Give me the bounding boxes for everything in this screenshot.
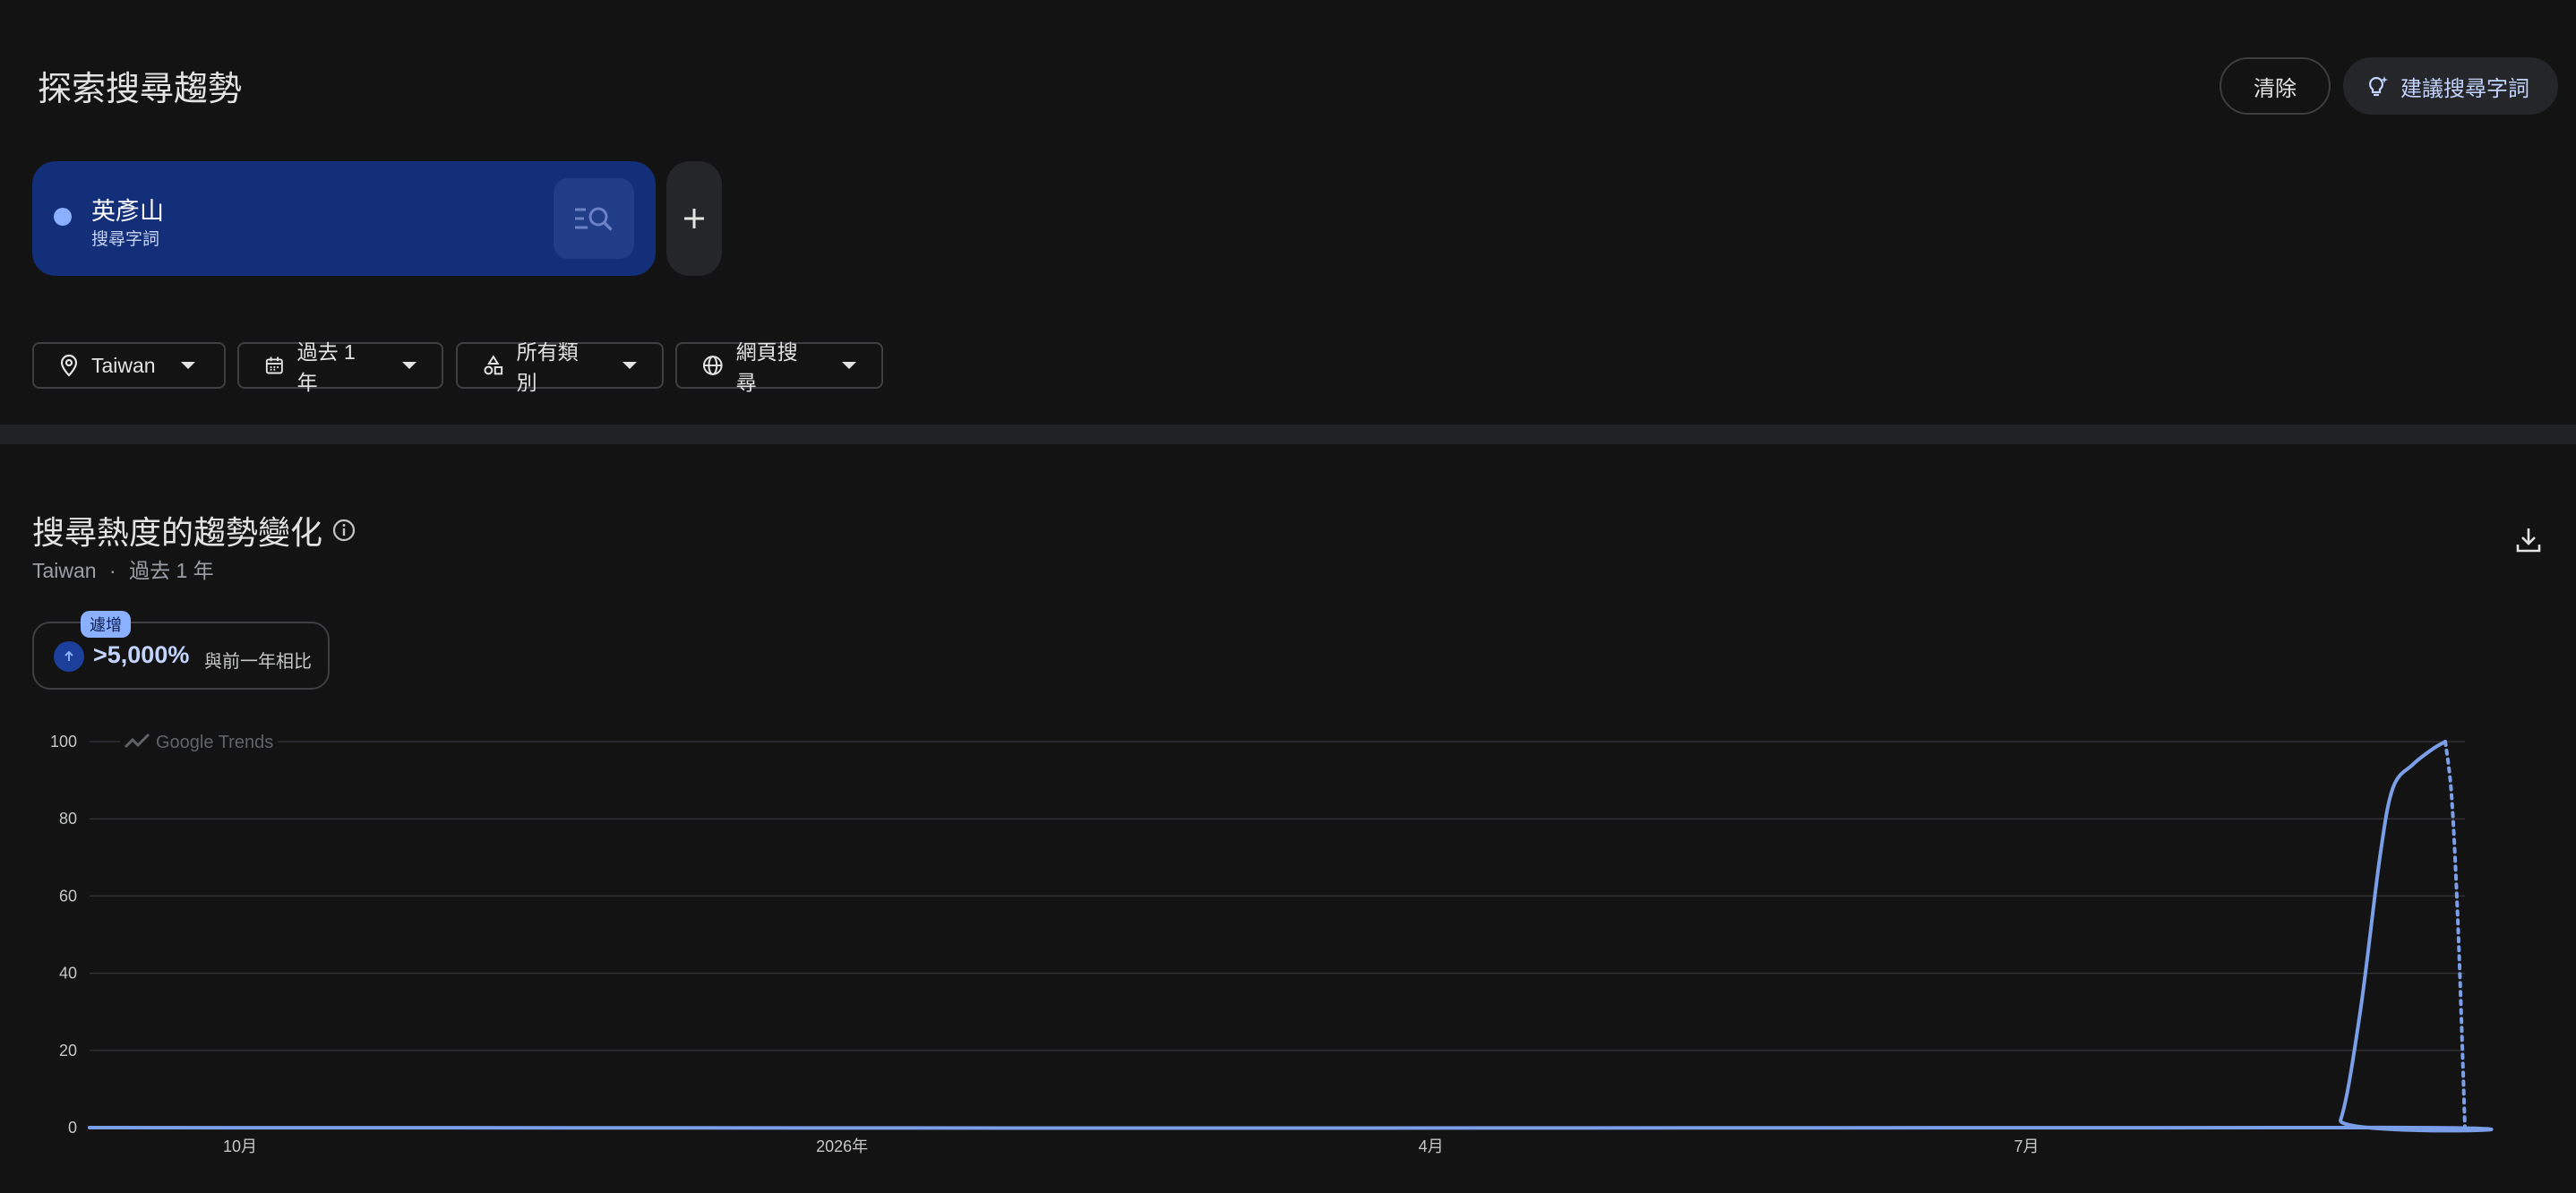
- location-filter-label: Taiwan: [91, 353, 156, 377]
- time-filter-label: 過去 1 年: [296, 340, 356, 394]
- subtitle-separator: ·: [109, 559, 116, 582]
- term-name: 英彥山: [91, 198, 164, 225]
- search-term-card[interactable]: 英彥山 搜尋字詞: [32, 161, 656, 276]
- chevron-down-icon: [842, 362, 856, 369]
- section-subtitle: Taiwan · 過去 1 年: [32, 554, 214, 584]
- series-line-partial: [2443, 740, 2467, 1129]
- y-tick-label: 0: [68, 1119, 77, 1137]
- subtitle-time: 過去 1 年: [129, 559, 214, 582]
- globe-icon: [702, 356, 723, 375]
- category-filter[interactable]: 所有類別: [456, 340, 664, 394]
- section-divider: [0, 425, 2576, 444]
- time-filter[interactable]: 過去 1 年: [237, 340, 443, 394]
- x-tick-label: 2026年: [816, 1137, 868, 1155]
- stat-badge: 遽增: [81, 611, 131, 638]
- suggest-terms-label: 建議搜尋字詞: [2400, 76, 2529, 101]
- term-type: 搜尋字詞: [91, 230, 160, 249]
- manage-search-icon: [575, 207, 613, 231]
- subtitle-location: Taiwan: [32, 559, 97, 582]
- location-filter[interactable]: Taiwan: [32, 342, 226, 389]
- y-tick-label: 100: [50, 733, 77, 751]
- chevron-down-icon: [180, 362, 195, 369]
- plus-icon: [684, 209, 704, 228]
- search-property-filter-label: 網頁搜尋: [735, 340, 798, 394]
- section-title: 搜尋熱度的趨勢變化: [32, 514, 323, 551]
- change-stat-card: 遽增 >5,000% 與前一年相比: [32, 611, 330, 690]
- search-property-filter[interactable]: 網頁搜尋: [675, 340, 883, 394]
- suggest-terms-button[interactable]: 建議搜尋字詞: [2343, 57, 2558, 115]
- y-tick-label: 40: [59, 965, 77, 983]
- info-icon[interactable]: [331, 518, 356, 543]
- chevron-down-icon: [623, 362, 637, 369]
- y-tick-label: 60: [59, 887, 77, 905]
- watermark-label: Google Trends: [156, 733, 273, 752]
- category-filter-label: 所有類別: [516, 340, 579, 394]
- stat-value: >5,000%: [93, 641, 190, 668]
- add-term-button[interactable]: [666, 161, 722, 276]
- x-tick-label: 7月: [2014, 1137, 2039, 1155]
- chevron-down-icon: [402, 362, 416, 369]
- y-tick-label: 80: [59, 810, 77, 828]
- location-pin-icon: [60, 354, 78, 377]
- y-tick-label: 20: [59, 1042, 77, 1060]
- download-icon[interactable]: [2513, 525, 2544, 555]
- x-tick-label: 10月: [223, 1137, 257, 1155]
- page-title: 探索搜尋趨勢: [38, 71, 243, 108]
- x-tick-label: 4月: [1419, 1137, 1444, 1155]
- stat-caption: 與前一年相比: [204, 652, 312, 672]
- term-color-dot: [54, 208, 72, 226]
- arrow-up-icon: [54, 641, 84, 672]
- clear-button[interactable]: 清除: [2220, 57, 2331, 115]
- trend-chart: 0 20 40 60 80 100 10月 2026年 4月 7月 Google Trends: [50, 731, 2494, 1155]
- series-line: [88, 740, 2494, 1133]
- category-shapes-icon: [484, 355, 503, 375]
- sparkle-bulb-icon: [2368, 76, 2388, 97]
- calendar-icon: [265, 356, 283, 374]
- term-search-button[interactable]: [554, 178, 634, 259]
